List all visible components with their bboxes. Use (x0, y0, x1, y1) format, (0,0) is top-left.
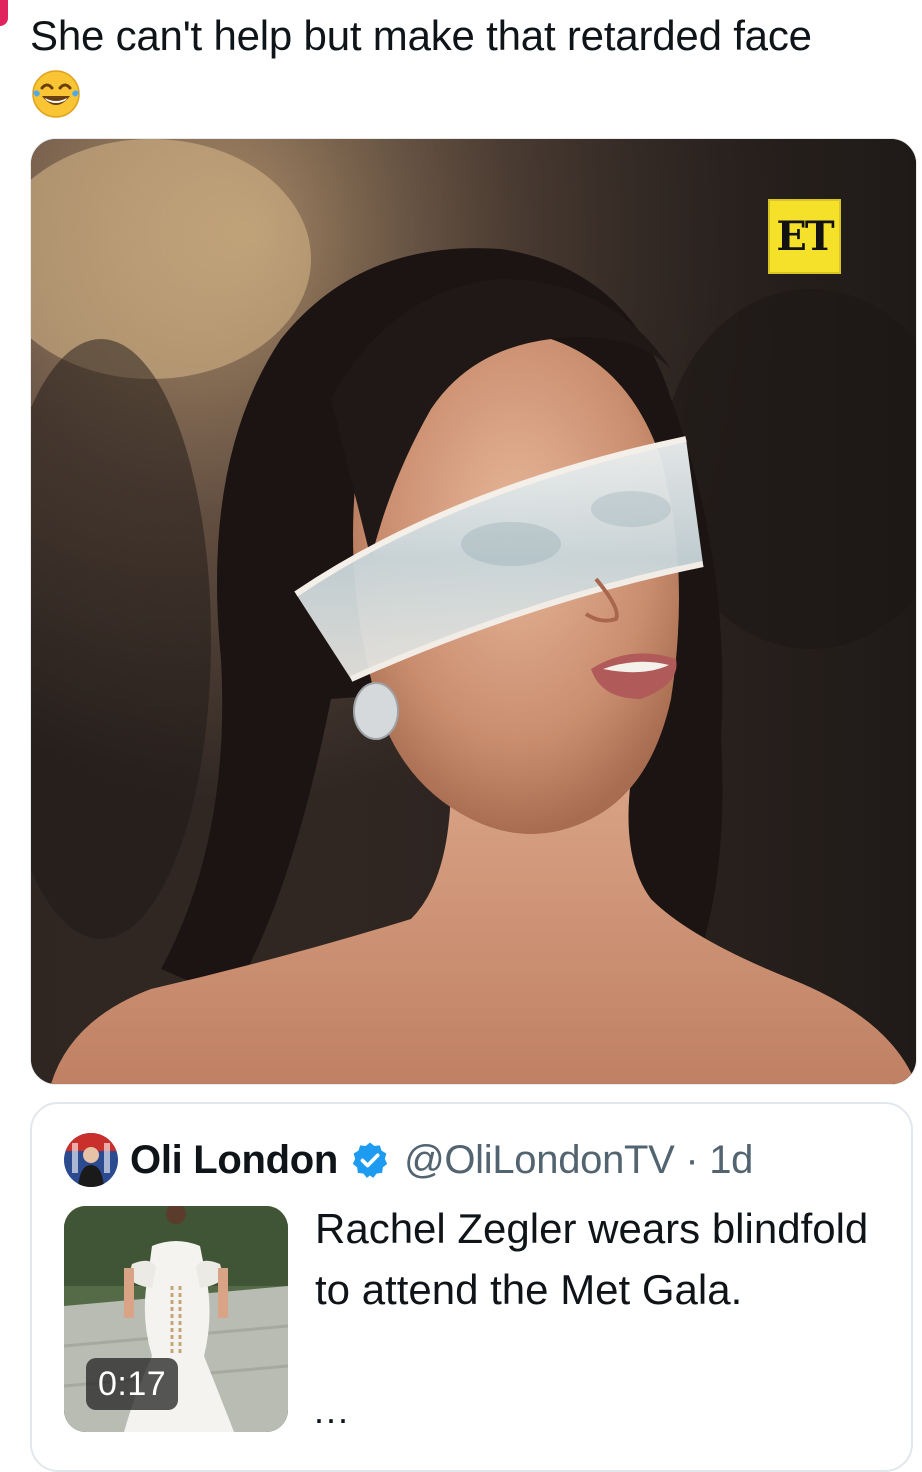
verified-badge-icon (350, 1140, 390, 1180)
corner-mark (0, 0, 8, 26)
photo-blindfolded-woman (31, 139, 916, 1084)
handle-and-time[interactable]: @OliLondonTV · 1d (404, 1138, 753, 1183)
display-name[interactable]: Oli London (130, 1138, 338, 1183)
tweet-photo[interactable]: ET (30, 138, 917, 1085)
et-watermark: ET (768, 199, 841, 274)
face-with-tears-of-joy-icon (30, 68, 82, 120)
more-ellipsis: ... (314, 1390, 351, 1431)
quoted-tweet-card[interactable]: Oli London @OliLondonTV · 1d 0:17 Rachel… (30, 1102, 913, 1472)
tweet-text: She can't help but make that retarded fa… (30, 8, 910, 134)
tweet-body: She can't help but make that retarded fa… (30, 12, 812, 59)
quoted-tweet-header: Oli London @OliLondonTV · 1d (64, 1132, 753, 1188)
video-duration: 0:17 (86, 1358, 179, 1410)
video-thumbnail[interactable]: 0:17 (64, 1206, 288, 1432)
avatar[interactable] (64, 1133, 118, 1187)
quoted-tweet-text: Rachel Zegler wears blindfold to attend … (315, 1205, 869, 1313)
